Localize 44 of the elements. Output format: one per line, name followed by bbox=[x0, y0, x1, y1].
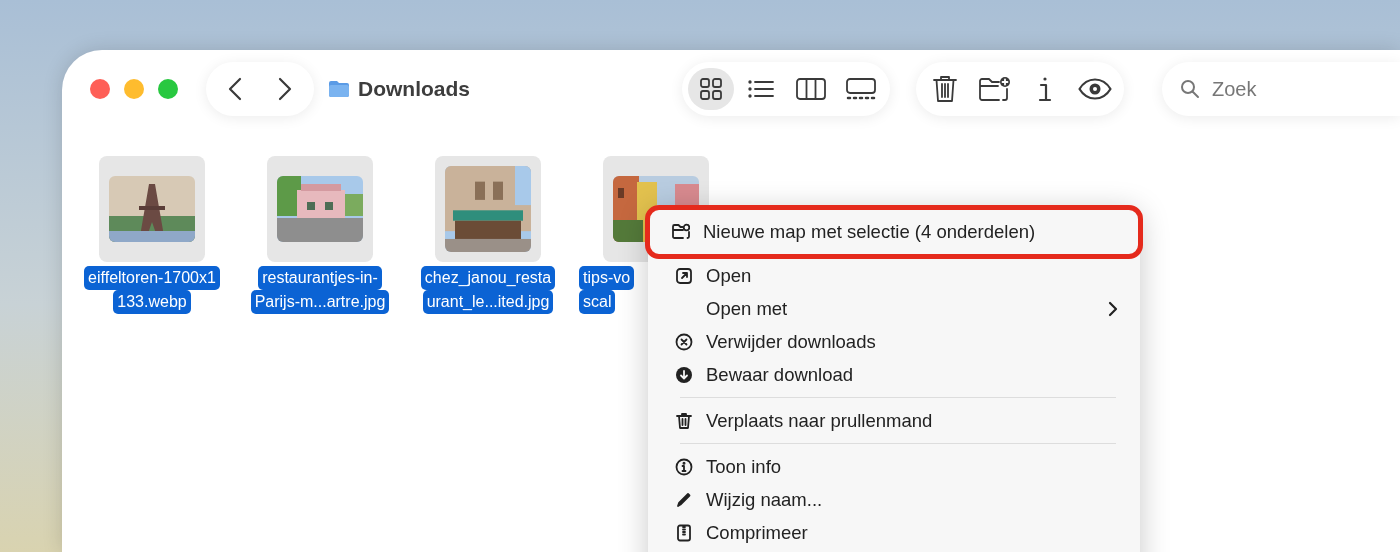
menu-item[interactable]: Bewaar download bbox=[648, 358, 1140, 391]
menu-item[interactable]: Comprimeer bbox=[648, 516, 1140, 549]
grid-icon bbox=[699, 77, 723, 101]
close-button[interactable] bbox=[90, 79, 110, 99]
open-icon bbox=[675, 266, 693, 285]
menu-item[interactable]: Verplaats naar prullenmand bbox=[648, 404, 1140, 437]
columns-icon bbox=[796, 78, 826, 100]
info-icon bbox=[1038, 76, 1052, 102]
view-mode-button[interactable] bbox=[688, 68, 734, 110]
file-name: scal bbox=[579, 290, 616, 314]
file-name: chez_janou_resta bbox=[420, 266, 556, 290]
search-icon bbox=[1180, 79, 1200, 99]
download-icon bbox=[675, 365, 693, 384]
folder-icon bbox=[328, 80, 350, 98]
file-name: restaurantjes-in- bbox=[258, 266, 382, 290]
archive-icon bbox=[675, 523, 693, 542]
file-thumbnail[interactable] bbox=[99, 156, 205, 262]
pencil-icon bbox=[675, 490, 693, 509]
new-folder-icon bbox=[979, 76, 1011, 102]
menu-item[interactable]: Verwijder downloads bbox=[648, 325, 1140, 358]
menu-item[interactable]: Nieuwe map met selectie (4 onderdelen) bbox=[645, 205, 1143, 259]
chevron-left-icon bbox=[228, 77, 242, 101]
eye-icon bbox=[1078, 78, 1112, 100]
menu-item[interactable]: Open bbox=[648, 259, 1140, 292]
file-name: tips-vo bbox=[579, 266, 635, 290]
menu-item[interactable]: Toon info bbox=[648, 450, 1140, 483]
file-name: 133.webp bbox=[113, 290, 191, 314]
new-folder-icon bbox=[672, 223, 690, 241]
file-name: eiffeltoren-1700x1 bbox=[84, 266, 220, 290]
file-thumbnail[interactable] bbox=[435, 156, 541, 262]
chevron-right-icon bbox=[278, 77, 292, 101]
menu-item[interactable]: Wijzig naam... bbox=[648, 483, 1140, 516]
menu-item[interactable]: Open met bbox=[648, 292, 1140, 325]
info-icon bbox=[675, 457, 693, 476]
trash-icon bbox=[933, 75, 957, 103]
search-field[interactable]: Zoek bbox=[1210, 76, 1364, 102]
gallery-icon bbox=[846, 78, 876, 100]
file-name: urant_le...ited.jpg bbox=[422, 290, 554, 314]
trash-icon bbox=[675, 411, 693, 430]
file-name: Parijs-m...artre.jpg bbox=[250, 290, 390, 314]
list-icon bbox=[748, 79, 774, 99]
close-circle-icon bbox=[675, 332, 693, 351]
file-thumbnail[interactable] bbox=[267, 156, 373, 262]
window-title: Downloads bbox=[358, 77, 470, 101]
